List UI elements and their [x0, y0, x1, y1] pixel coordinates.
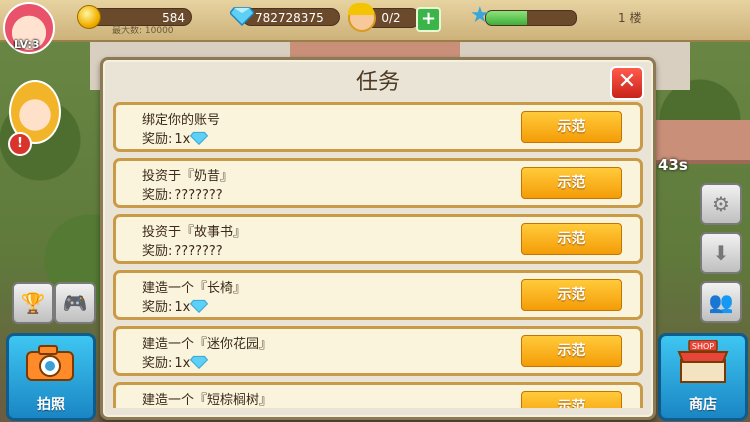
close-dialog-button[interactable]: ✕ — [610, 66, 644, 100]
task-name: 建造一个『长椅』 — [142, 281, 247, 296]
demo-button[interactable]: 示范 — [521, 391, 622, 408]
download-arrow-icon: ⬇ — [712, 241, 730, 265]
dialog-title: 任务 — [355, 70, 400, 95]
xp-progress-bar — [485, 10, 577, 26]
task-reward: 奖励:??????? — [142, 184, 223, 203]
countdown-timer: 43s — [658, 156, 688, 174]
demo-button[interactable]: 示范 — [521, 335, 622, 367]
demo-button[interactable]: 示范 — [521, 167, 622, 199]
task-reward: 奖励: 1x — [142, 128, 209, 147]
task-row: 建造一个『迷你花园』 奖励: 1x 示范 — [113, 326, 643, 376]
gem-counter: 782728375 — [242, 8, 340, 26]
reward-label: 奖励: — [142, 244, 173, 259]
photo-label: 拍照 — [37, 397, 65, 413]
task-dialog: 任务 ✕ 绑定你的账号 奖励: 1x 示范 投资于『奶昔』 奖励:??????? 示范 投资于… — [100, 57, 656, 420]
task-name: 建造一个『短棕榈树』 — [142, 393, 273, 408]
worker-count: 0/2 — [381, 11, 401, 25]
reward-value: ??????? — [174, 244, 223, 259]
xp-progress-fill — [486, 11, 527, 25]
task-reward: 奖励: 1x — [142, 296, 209, 315]
alert-badge: ! — [8, 132, 32, 156]
photo-button[interactable]: 拍照 — [6, 333, 96, 421]
reward-value: 1x — [174, 356, 191, 371]
shop-label: 商店 — [689, 397, 717, 413]
task-row: 绑定你的账号 奖励: 1x 示范 — [113, 102, 643, 152]
coin-max-label: 最大数: 10000 — [112, 26, 174, 36]
friends-button[interactable]: 👥 — [700, 281, 742, 323]
demo-button[interactable]: 示范 — [521, 111, 622, 143]
gamepad-icon: 🎮 — [62, 291, 88, 315]
task-name: 投资于『奶昔』 — [142, 169, 234, 184]
task-row: 建造一个『长椅』 奖励: 1x 示范 — [113, 270, 643, 320]
worker-icon — [348, 3, 376, 32]
reward-value: ??????? — [174, 188, 223, 203]
gamepad-button[interactable]: 🎮 — [54, 282, 96, 324]
shop-sign-text: SHOP — [692, 342, 714, 351]
star-icon: ★ — [470, 3, 490, 28]
reward-label: 奖励: — [142, 188, 173, 203]
diamond-icon — [190, 299, 209, 313]
shop-icon: SHOP — [677, 340, 729, 383]
task-row: 投资于『故事书』 奖励:??????? 示范 — [113, 214, 643, 264]
diamond-icon — [190, 355, 209, 369]
diamond-icon — [230, 7, 254, 26]
demo-button[interactable]: 示范 — [521, 279, 622, 311]
task-row: 建造一个『短棕榈树』奖励:示范 — [113, 382, 643, 408]
task-name: 绑定你的账号 — [142, 113, 221, 128]
reward-label: 奖励: — [142, 132, 173, 147]
player-level: LV:3 — [14, 38, 40, 51]
task-reward: 奖励: 1x — [142, 352, 209, 371]
reward-value: 1x — [174, 300, 191, 315]
settings-button[interactable]: ⚙ — [700, 183, 742, 225]
reward-value: 1x — [174, 132, 191, 147]
add-worker-button[interactable]: + — [416, 7, 441, 32]
friends-icon: 👥 — [708, 290, 734, 314]
reward-label: 奖励: — [142, 356, 173, 371]
trophy-icon: 🏆 — [20, 291, 46, 315]
gem-count: 782728375 — [255, 11, 324, 25]
task-name: 投资于『故事书』 — [142, 225, 247, 240]
task-reward: 奖励:??????? — [142, 240, 223, 259]
shop-button[interactable]: SHOP 商店 — [658, 333, 748, 421]
camera-icon — [26, 345, 74, 381]
reward-label: 奖励: — [142, 300, 173, 315]
download-button[interactable]: ⬇ — [700, 232, 742, 274]
task-row: 投资于『奶昔』 奖励:??????? 示范 — [113, 158, 643, 208]
demo-button[interactable]: 示范 — [521, 223, 622, 255]
task-list[interactable]: 绑定你的账号 奖励: 1x 示范 投资于『奶昔』 奖励:??????? 示范 投资于『故事书』… — [113, 102, 643, 408]
coin-icon — [77, 5, 101, 29]
trophy-button[interactable]: 🏆 — [12, 282, 54, 324]
gear-icon: ⚙ — [712, 192, 730, 216]
task-name: 建造一个『迷你花园』 — [142, 337, 273, 352]
diamond-icon — [190, 131, 209, 145]
floor-indicator: 1 楼 — [618, 11, 642, 25]
